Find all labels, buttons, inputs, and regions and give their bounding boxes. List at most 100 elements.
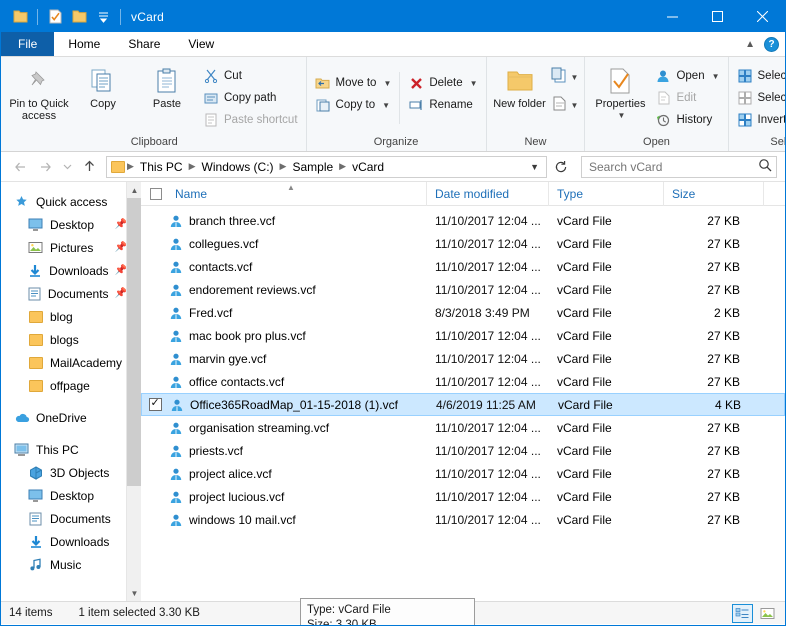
edit-button[interactable]: Edit: [651, 87, 723, 109]
row-checkbox[interactable]: [141, 416, 167, 439]
copy-path-button[interactable]: Copy path: [199, 87, 302, 109]
tab-file[interactable]: File: [1, 32, 55, 56]
copy-button[interactable]: Copy: [71, 60, 135, 110]
table-row[interactable]: branch three.vcf 11/10/2017 12:04 ... vCar…: [141, 209, 785, 232]
sidebar-item-downloads[interactable]: Downloads 📌: [1, 259, 141, 282]
tab-view[interactable]: View: [174, 32, 228, 56]
breadcrumb-item-windows-c[interactable]: Windows (C:): [198, 160, 278, 174]
back-button[interactable]: [9, 156, 31, 178]
search-box[interactable]: Search vCard: [581, 155, 777, 178]
easy-access-button[interactable]: ▼: [549, 92, 581, 118]
details-view-button[interactable]: [732, 604, 753, 623]
sidebar-item-mailacademy[interactable]: MailAcademy: [1, 351, 141, 374]
cut-button[interactable]: Cut: [199, 65, 302, 87]
chevron-down-icon[interactable]: ▼: [383, 79, 391, 88]
sidebar-item-music[interactable]: Music: [1, 553, 141, 576]
chevron-down-icon[interactable]: ▼: [382, 101, 390, 110]
row-checkbox[interactable]: [141, 255, 167, 278]
breadcrumb-item-this-pc[interactable]: This PC: [136, 160, 187, 174]
table-row[interactable]: organisation streaming.vcf 11/10/2017 12:…: [141, 416, 785, 439]
chevron-down-icon[interactable]: ▼: [571, 73, 579, 82]
sidebar-item-desktop[interactable]: Desktop 📌: [1, 213, 141, 236]
sidebar-item-this-pc[interactable]: This PC: [1, 438, 141, 461]
breadcrumb-item-sample[interactable]: Sample: [288, 160, 337, 174]
table-row[interactable]: endorement reviews.vcf 11/10/2017 12:04 .…: [141, 278, 785, 301]
scrollbar-thumb[interactable]: [127, 198, 141, 486]
qat-customize-chevron-icon[interactable]: [92, 6, 114, 28]
recent-locations-button[interactable]: [59, 156, 75, 178]
chevron-down-icon[interactable]: ▼: [712, 72, 720, 81]
table-row[interactable]: priests.vcf 11/10/2017 12:04 ... vCard Fil…: [141, 439, 785, 462]
invert-selection-button[interactable]: Invert selection: [733, 109, 785, 131]
row-checkbox[interactable]: [141, 232, 167, 255]
select-all-checkbox-header[interactable]: [141, 182, 167, 206]
select-none-button[interactable]: Select none: [733, 87, 785, 109]
qat-folder-icon[interactable]: [9, 6, 31, 28]
help-icon[interactable]: ?: [764, 37, 779, 52]
delete-button[interactable]: Delete ▼: [404, 72, 481, 94]
tab-share[interactable]: Share: [114, 32, 174, 56]
sidebar-item-blog[interactable]: blog: [1, 305, 141, 328]
forward-button[interactable]: [34, 156, 56, 178]
column-header-size[interactable]: Size: [664, 181, 764, 206]
table-row[interactable]: office contacts.vcf 11/10/2017 12:04 ... v…: [141, 370, 785, 393]
row-checkbox[interactable]: [141, 301, 167, 324]
search-icon[interactable]: [758, 158, 772, 175]
row-checkbox[interactable]: [141, 485, 167, 508]
sidebar-item-downloads-pc[interactable]: Downloads: [1, 530, 141, 553]
column-header-date-modified[interactable]: Date modified: [427, 181, 549, 206]
sidebar-item-offpage[interactable]: offpage: [1, 374, 141, 397]
chevron-up-icon[interactable]: ▲: [745, 39, 755, 50]
history-button[interactable]: History: [651, 109, 723, 131]
qat-properties-icon[interactable]: [44, 6, 66, 28]
paste-button[interactable]: Paste: [135, 60, 199, 110]
properties-button[interactable]: Properties ▼: [589, 60, 651, 122]
table-row[interactable]: project alice.vcf 11/10/2017 12:04 ... vCa…: [141, 462, 785, 485]
refresh-button[interactable]: [550, 160, 572, 174]
table-row[interactable]: Office365RoadMap_01-15-2018 (1).vcf 4/6/2…: [141, 393, 785, 416]
open-button[interactable]: Open ▼: [651, 65, 723, 87]
table-row[interactable]: contacts.vcf 11/10/2017 12:04 ... vCard Fi…: [141, 255, 785, 278]
copy-to-button[interactable]: Copy to ▼: [311, 94, 396, 116]
address-dropdown-icon[interactable]: ▼: [525, 162, 544, 172]
table-row[interactable]: project lucious.vcf 11/10/2017 12:04 ... v…: [141, 485, 785, 508]
sidebar-item-documents-pc[interactable]: Documents: [1, 507, 141, 530]
chevron-down-icon[interactable]: ▼: [617, 110, 625, 122]
sidebar-item-3d-objects[interactable]: 3D Objects: [1, 461, 141, 484]
minimize-button[interactable]: [650, 1, 695, 32]
row-checkbox[interactable]: [141, 209, 167, 232]
chevron-down-icon[interactable]: ▼: [470, 79, 478, 88]
chevron-down-icon[interactable]: ▼: [571, 101, 579, 110]
up-button[interactable]: [78, 156, 100, 178]
table-row[interactable]: mac book pro plus.vcf 11/10/2017 12:04 ..…: [141, 324, 785, 347]
sidebar-item-onedrive[interactable]: OneDrive: [1, 406, 141, 429]
move-to-button[interactable]: Move to ▼: [311, 72, 396, 94]
checkbox-icon[interactable]: [150, 187, 162, 200]
sidebar-item-pictures[interactable]: Pictures 📌: [1, 236, 141, 259]
column-header-type[interactable]: Type: [549, 181, 664, 206]
search-input[interactable]: Search vCard: [589, 160, 758, 174]
breadcrumb-item-vcard[interactable]: vCard: [348, 160, 388, 174]
new-folder-button[interactable]: New folder: [491, 60, 549, 110]
sidebar-item-quick-access[interactable]: Quick access: [1, 190, 141, 213]
table-row[interactable]: Fred.vcf 8/3/2018 3:49 PM vCard File 2 KB: [141, 301, 785, 324]
row-checkbox[interactable]: [142, 394, 168, 415]
select-all-button[interactable]: Select all: [733, 65, 785, 87]
maximize-button[interactable]: [695, 1, 740, 32]
row-checkbox[interactable]: [141, 347, 167, 370]
large-icons-view-button[interactable]: [757, 604, 778, 623]
sidebar-item-blogs[interactable]: blogs: [1, 328, 141, 351]
table-row[interactable]: windows 10 mail.vcf 11/10/2017 12:04 ... v…: [141, 508, 785, 531]
qat-new-folder-icon[interactable]: [68, 6, 90, 28]
table-row[interactable]: collegues.vcf 11/10/2017 12:04 ... vCard F…: [141, 232, 785, 255]
scroll-up-icon[interactable]: ▲: [127, 182, 141, 198]
navigation-scrollbar[interactable]: ▲ ▼: [126, 182, 141, 601]
rename-button[interactable]: Rename: [404, 94, 481, 116]
new-item-button[interactable]: ▼: [549, 64, 581, 90]
row-checkbox[interactable]: [141, 462, 167, 485]
sidebar-item-desktop-pc[interactable]: Desktop: [1, 484, 141, 507]
row-checkbox[interactable]: [141, 370, 167, 393]
row-checkbox[interactable]: [141, 278, 167, 301]
row-checkbox[interactable]: [141, 324, 167, 347]
table-row[interactable]: marvin gye.vcf 11/10/2017 12:04 ... vCard …: [141, 347, 785, 370]
